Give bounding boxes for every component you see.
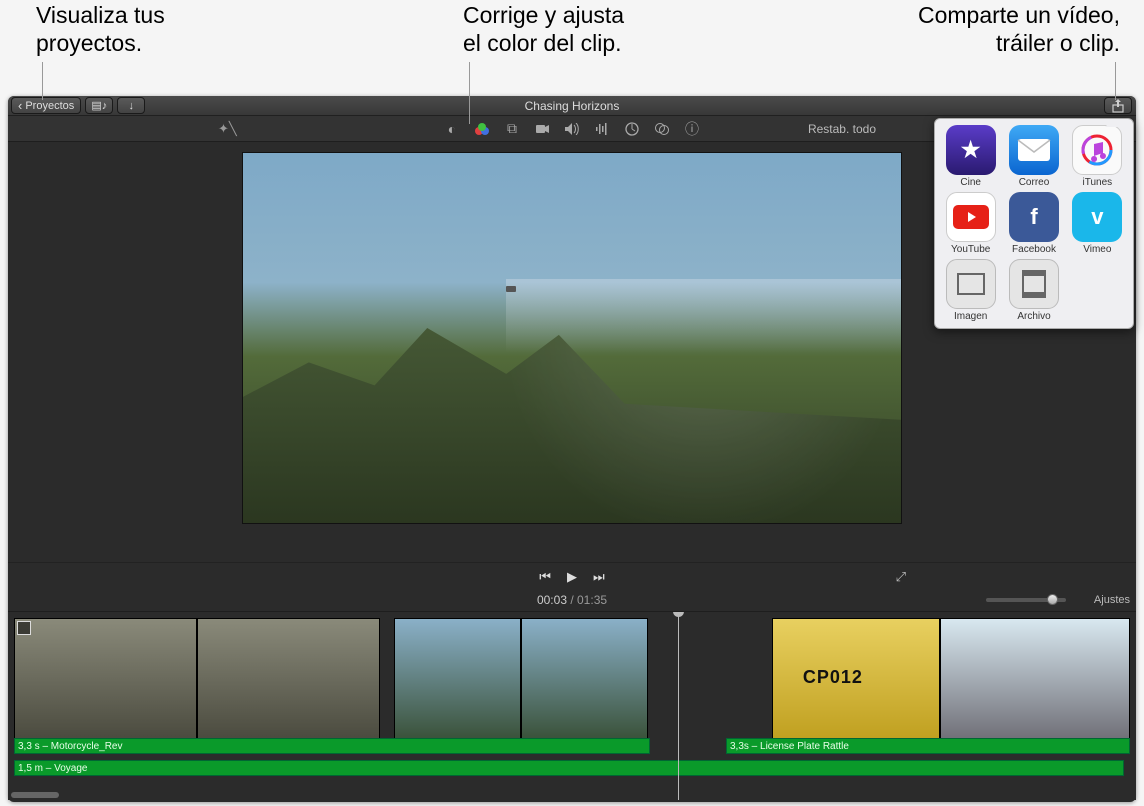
preview-scene-cablecar <box>506 286 516 292</box>
audio-clip-1[interactable]: 3,3 s – Motorcycle_Rev <box>14 738 650 754</box>
imovie-window: Proyectos ▤♪ ↓ Chasing Horizons ✦╲ ◐ ⧉ <box>8 96 1136 802</box>
share-label: Correo <box>1019 177 1050 188</box>
share-item-cine[interactable]: ★ Cine <box>941 125 1000 188</box>
prev-button[interactable]: ⏮ <box>539 569 551 585</box>
volume-icon[interactable] <box>564 121 580 137</box>
zoom-slider[interactable] <box>986 598 1066 602</box>
clip-start-marker[interactable] <box>17 621 31 635</box>
theater-icon: ★ <box>946 125 996 175</box>
magic-wand-icon[interactable]: ✦╲ <box>218 121 237 137</box>
audio-clip-3[interactable]: 1,5 m – Voyage <box>14 760 1124 776</box>
callout-line <box>42 62 43 100</box>
video-clip-1[interactable] <box>14 618 380 740</box>
audio-clip-2[interactable]: 3,3s – License Plate Rattle <box>726 738 1130 754</box>
crop-icon[interactable]: ⧉ <box>504 121 520 137</box>
timecode-current: 00:03 <box>537 593 567 607</box>
mail-icon <box>1009 125 1059 175</box>
zoom-slider-knob[interactable] <box>1047 594 1058 605</box>
timecode-total: 01:35 <box>577 593 607 607</box>
timecode-row: 00:03 / 01:35 Ajustes <box>8 590 1136 612</box>
next-button[interactable]: ⏭ <box>593 569 605 585</box>
share-item-vimeo[interactable]: v Vimeo <box>1068 192 1127 255</box>
share-label: YouTube <box>951 244 990 255</box>
color-correction-icon[interactable] <box>474 121 490 137</box>
share-item-itunes[interactable]: iTunes <box>1068 125 1127 188</box>
video-clip-3[interactable] <box>772 618 1130 740</box>
video-preview[interactable] <box>242 152 902 524</box>
video-clip-2[interactable] <box>394 618 648 740</box>
reset-all-button[interactable]: Restab. todo <box>808 122 876 136</box>
share-item-correo[interactable]: Correo <box>1004 125 1063 188</box>
callout-line <box>469 62 470 124</box>
noise-reduction-icon[interactable] <box>594 121 610 137</box>
transport-bar: ⏮ ▶ ⏭ ⤢ <box>8 562 1136 590</box>
clip-filter-icon[interactable] <box>654 121 670 137</box>
play-button[interactable]: ▶ <box>567 569 577 585</box>
timecode-sep: / <box>567 593 577 607</box>
share-label: Cine <box>960 177 981 188</box>
info-icon[interactable]: ⓘ <box>684 121 700 137</box>
playhead[interactable] <box>678 612 679 800</box>
file-icon <box>1009 259 1059 309</box>
project-title: Chasing Horizons <box>8 99 1136 113</box>
speed-icon[interactable] <box>624 121 640 137</box>
facebook-icon: f <box>1009 192 1059 242</box>
fullscreen-button[interactable]: ⤢ <box>896 569 906 585</box>
share-item-youtube[interactable]: YouTube <box>941 192 1000 255</box>
timeline[interactable]: 3,3 s – Motorcycle_Rev 3,3s – License Pl… <box>8 612 1136 800</box>
stabilize-icon[interactable] <box>534 121 550 137</box>
color-balance-icon[interactable]: ◐ <box>444 121 460 137</box>
timecode-display: 00:03 / 01:35 <box>537 593 607 607</box>
share-label: Facebook <box>1012 244 1056 255</box>
itunes-icon <box>1072 125 1122 175</box>
callout-share: Comparte un vídeo, tráiler o clip. <box>918 2 1120 57</box>
callout-color: Corrige y ajusta el color del clip. <box>463 2 624 57</box>
share-item-facebook[interactable]: f Facebook <box>1004 192 1063 255</box>
share-label: iTunes <box>1082 177 1112 188</box>
image-icon <box>946 259 996 309</box>
share-item-imagen[interactable]: Imagen <box>941 259 1000 322</box>
titlebar: Proyectos ▤♪ ↓ Chasing Horizons <box>8 96 1136 116</box>
callout-projects: Visualiza tus proyectos. <box>36 2 165 57</box>
callout-line <box>1115 62 1116 100</box>
share-item-archivo[interactable]: Archivo <box>1004 259 1063 322</box>
horizontal-scrollbar[interactable] <box>11 792 59 798</box>
vimeo-icon: v <box>1072 192 1122 242</box>
share-label: Imagen <box>954 311 987 322</box>
youtube-icon <box>946 192 996 242</box>
share-label: Archivo <box>1017 311 1050 322</box>
preview-scene-sky <box>506 279 901 353</box>
share-label: Vimeo <box>1083 244 1111 255</box>
settings-button[interactable]: Ajustes <box>1094 594 1130 606</box>
share-popover: ★ Cine Correo iTunes YouTube <box>934 118 1134 329</box>
